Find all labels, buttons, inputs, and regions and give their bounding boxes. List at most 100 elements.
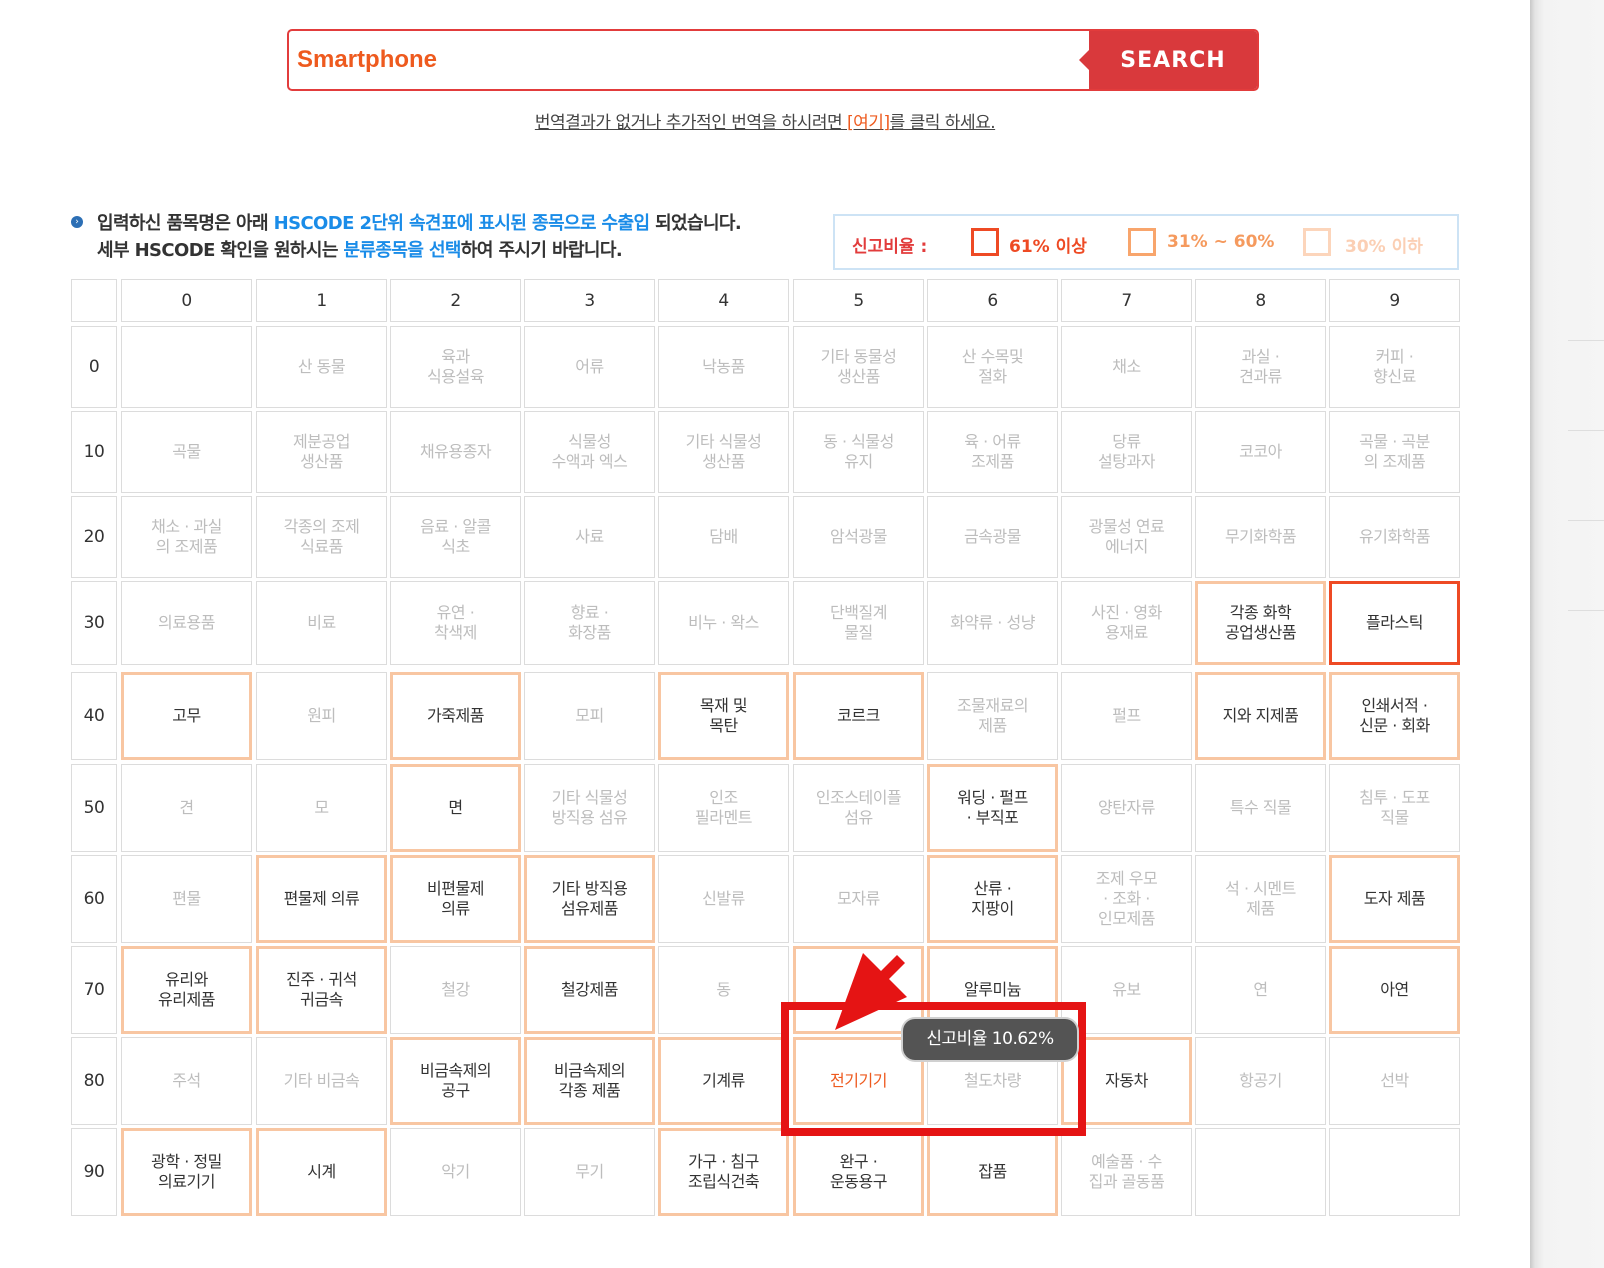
hscode-cell[interactable]: 과실 · 견과류 <box>1195 326 1326 408</box>
hscode-cell[interactable]: 채소 <box>1061 326 1192 408</box>
page-edge-shadow <box>1530 0 1604 1268</box>
hscode-cell[interactable]: 잡품 <box>927 1128 1058 1216</box>
hscode-cell[interactable]: 비금속제의 각종 제품 <box>524 1037 655 1125</box>
column-header: 7 <box>1061 279 1192 322</box>
hscode-cell[interactable] <box>121 326 252 408</box>
hscode-cell[interactable]: 식물성 수액과 엑스 <box>524 411 655 493</box>
divider <box>1568 520 1604 521</box>
hscode-cell[interactable]: 인조스테이플 섬유 <box>793 764 924 852</box>
hscode-cell[interactable]: 조제 우모 · 조화 · 인모제품 <box>1061 855 1192 943</box>
hscode-cell[interactable]: 각종의 조제 식료품 <box>256 496 387 578</box>
hscode-cell[interactable]: 비금속제의 공구 <box>390 1037 521 1125</box>
hscode-cell[interactable]: 곡물 · 곡분 의 조제품 <box>1329 411 1460 493</box>
hscode-cell[interactable]: 예술품 · 수 집과 골동품 <box>1061 1128 1192 1216</box>
hscode-cell[interactable]: 낙농품 <box>658 326 789 408</box>
hscode-cell[interactable]: 기타 동물성 생산품 <box>793 326 924 408</box>
hscode-cell[interactable]: 산 수목및 절화 <box>927 326 1058 408</box>
hscode-cell[interactable] <box>1195 1128 1326 1216</box>
hscode-cell[interactable]: 시계 <box>256 1128 387 1216</box>
hscode-cell[interactable]: 목재 및 목탄 <box>658 672 789 760</box>
hscode-cell[interactable]: 플라스틱 <box>1329 581 1460 665</box>
hscode-cell[interactable]: 면 <box>390 764 521 852</box>
hscode-cell[interactable] <box>1329 1128 1460 1216</box>
hscode-cell[interactable]: 가구 · 침구 조립식건축 <box>658 1128 789 1216</box>
hscode-cell[interactable]: 광학 · 정밀 의료기기 <box>121 1128 252 1216</box>
search-button[interactable]: SEARCH <box>1079 31 1257 89</box>
hscode-cell[interactable]: 광물성 연료 에너지 <box>1061 496 1192 578</box>
hscode-cell[interactable]: 비편물제 의류 <box>390 855 521 943</box>
hscode-cell[interactable]: 코르크 <box>793 672 924 760</box>
hscode-cell[interactable]: 기타 비금속 <box>256 1037 387 1125</box>
hscode-cell[interactable]: 비누 · 왁스 <box>658 581 789 665</box>
hscode-cell[interactable]: 조물재료의 제품 <box>927 672 1058 760</box>
hscode-cell[interactable]: 산 동물 <box>256 326 387 408</box>
hscode-cell[interactable]: 철강 <box>390 946 521 1034</box>
hscode-cell[interactable]: 단백질계 물질 <box>793 581 924 665</box>
hscode-cell[interactable]: 동 <box>658 946 789 1034</box>
hscode-cell[interactable]: 동 · 식물성 유지 <box>793 411 924 493</box>
hscode-cell[interactable]: 무기 <box>524 1128 655 1216</box>
hscode-cell[interactable]: 사진 · 영화 용재료 <box>1061 581 1192 665</box>
hscode-cell[interactable]: 육과 식용설육 <box>390 326 521 408</box>
hscode-cell[interactable]: 음료 · 알콜 식초 <box>390 496 521 578</box>
hscode-cell[interactable]: 편물 <box>121 855 252 943</box>
hscode-cell[interactable]: 신발류 <box>658 855 789 943</box>
hscode-cell[interactable]: 가죽제품 <box>390 672 521 760</box>
hscode-cell[interactable]: 기계류 <box>658 1037 789 1125</box>
hscode-cell[interactable]: 선박 <box>1329 1037 1460 1125</box>
hscode-cell[interactable]: 모 <box>256 764 387 852</box>
hscode-cell[interactable]: 코코아 <box>1195 411 1326 493</box>
hscode-cell[interactable]: 산류 · 지팡이 <box>927 855 1058 943</box>
hscode-cell[interactable]: 펄프 <box>1061 672 1192 760</box>
hscode-cell[interactable]: 사료 <box>524 496 655 578</box>
hscode-cell[interactable]: 진주 · 귀석 귀금속 <box>256 946 387 1034</box>
hscode-cell[interactable]: 도자 제품 <box>1329 855 1460 943</box>
hscode-cell[interactable]: 인조 필라멘트 <box>658 764 789 852</box>
hscode-cell[interactable]: 지와 지제품 <box>1195 672 1326 760</box>
hscode-cell[interactable]: 연 <box>1195 946 1326 1034</box>
hscode-cell[interactable]: 항공기 <box>1195 1037 1326 1125</box>
hscode-cell[interactable]: 제분공업 생산품 <box>256 411 387 493</box>
hscode-cell[interactable]: 편물제 의류 <box>256 855 387 943</box>
hscode-cell[interactable]: 암석광물 <box>793 496 924 578</box>
hscode-cell[interactable]: 기타 방직용 섬유제품 <box>524 855 655 943</box>
hscode-cell[interactable]: 기타 식물성 생산품 <box>658 411 789 493</box>
hscode-cell[interactable]: 철강제품 <box>524 946 655 1034</box>
hscode-cell[interactable]: 각종 화학 공업생산품 <box>1195 581 1326 665</box>
hscode-cell[interactable]: 무기화학품 <box>1195 496 1326 578</box>
hscode-cell[interactable]: 금속광물 <box>927 496 1058 578</box>
search-input[interactable] <box>289 31 1094 89</box>
here-link[interactable]: [여기] <box>847 113 890 133</box>
hscode-cell[interactable]: 어류 <box>524 326 655 408</box>
hscode-cell[interactable]: 특수 직물 <box>1195 764 1326 852</box>
hscode-cell[interactable]: 악기 <box>390 1128 521 1216</box>
hscode-cell[interactable]: 유리와 유리제품 <box>121 946 252 1034</box>
hscode-cell[interactable]: 담배 <box>658 496 789 578</box>
hscode-cell[interactable]: 당류 설탕과자 <box>1061 411 1192 493</box>
hscode-cell[interactable]: 견 <box>121 764 252 852</box>
hscode-cell[interactable]: 유연 · 착색제 <box>390 581 521 665</box>
hscode-cell[interactable]: 원피 <box>256 672 387 760</box>
hscode-cell[interactable]: 모자류 <box>793 855 924 943</box>
hscode-cell[interactable]: 고무 <box>121 672 252 760</box>
hscode-cell[interactable]: 곡물 <box>121 411 252 493</box>
hscode-cell[interactable]: 완구 · 운동용구 <box>793 1128 924 1216</box>
hscode-cell[interactable]: 주석 <box>121 1037 252 1125</box>
hscode-cell[interactable]: 의료용품 <box>121 581 252 665</box>
hscode-cell[interactable]: 육 · 어류 조제품 <box>927 411 1058 493</box>
hscode-cell[interactable]: 채소 · 과실 의 조제품 <box>121 496 252 578</box>
hscode-cell[interactable]: 비료 <box>256 581 387 665</box>
hscode-cell[interactable]: 양탄자류 <box>1061 764 1192 852</box>
hscode-cell[interactable]: 유기화학품 <box>1329 496 1460 578</box>
hscode-cell[interactable]: 워딩 · 펄프 · 부직포 <box>927 764 1058 852</box>
hscode-cell[interactable]: 기타 식물성 방직용 섬유 <box>524 764 655 852</box>
hscode-cell[interactable]: 석 · 시멘트 제품 <box>1195 855 1326 943</box>
hscode-cell[interactable]: 채유용종자 <box>390 411 521 493</box>
hscode-cell[interactable]: 아연 <box>1329 946 1460 1034</box>
hscode-cell[interactable]: 화약류 · 성냥 <box>927 581 1058 665</box>
hscode-cell[interactable]: 인쇄서적 · 신문 · 회화 <box>1329 672 1460 760</box>
hscode-cell[interactable]: 커피 · 향신료 <box>1329 326 1460 408</box>
hscode-cell[interactable]: 향료 · 화장품 <box>524 581 655 665</box>
hscode-cell[interactable]: 침투 · 도포 직물 <box>1329 764 1460 852</box>
hscode-cell[interactable]: 모피 <box>524 672 655 760</box>
